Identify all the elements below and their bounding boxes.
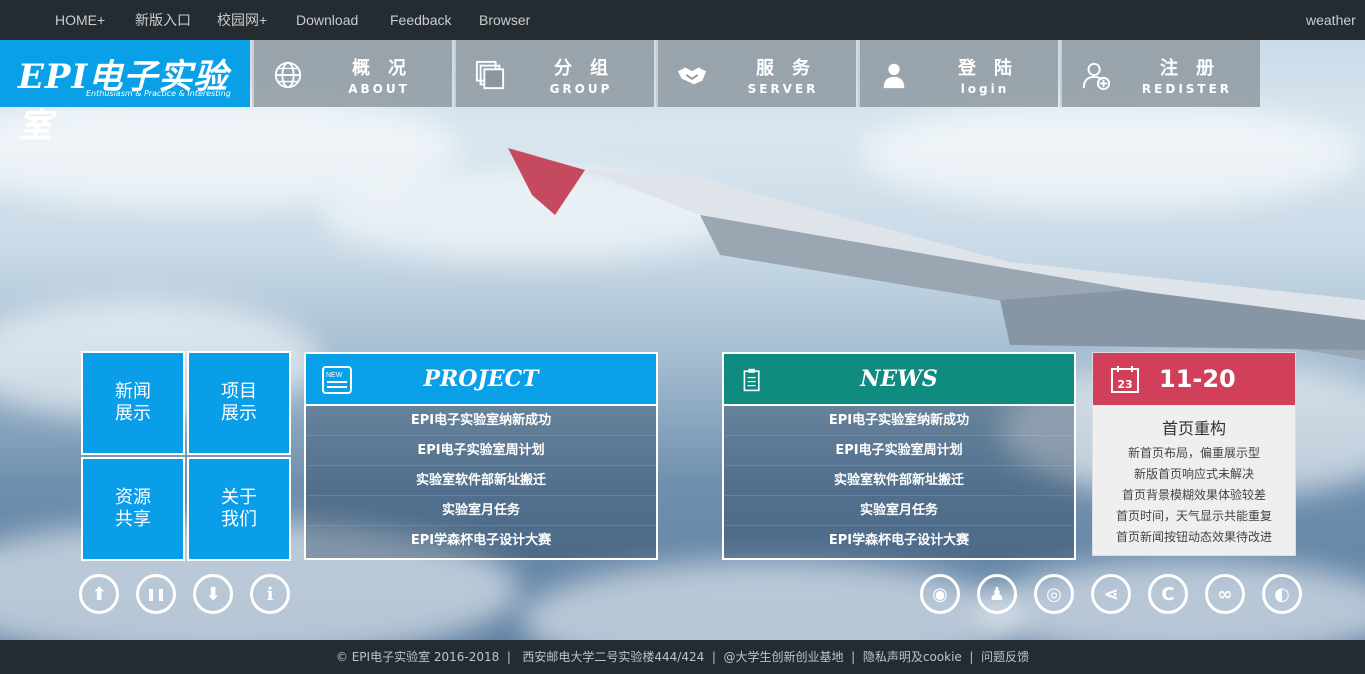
topnav-browser[interactable]: Browser — [479, 0, 530, 40]
update-line: 首页背景模糊效果体验较差 — [1121, 488, 1266, 502]
nav-group-cn: 分组 — [554, 58, 626, 79]
info-glyph: i — [266, 583, 274, 605]
pause-icon[interactable]: ❚❚ — [136, 574, 176, 614]
info-icon[interactable]: i — [250, 574, 290, 614]
nav-login-cn: 登陆 — [958, 58, 1030, 79]
news-panel-header[interactable]: NEWS — [724, 354, 1074, 406]
wechat-icon[interactable]: ◉ — [920, 574, 960, 614]
weibo-glyph: ◎ — [1046, 583, 1062, 605]
project-panel-header[interactable]: NEW PROJECT — [306, 354, 656, 406]
github-glyph: ◐ — [1274, 583, 1290, 605]
update-line: 首页新闻按钮动态效果待改进 — [1115, 530, 1272, 544]
nav-server[interactable]: 服务 SERVER — [656, 40, 856, 107]
weibo-icon[interactable]: ◎ — [1034, 574, 1074, 614]
wechat-glyph: ◉ — [932, 583, 948, 605]
globe-icon — [274, 61, 302, 89]
nav-about-cn: 概况 — [352, 58, 424, 79]
news-panel: NEWS EPI电子实验室纳新成功 EPI电子实验室周计划 实验室软件部新址搬迁… — [722, 352, 1076, 560]
layers-icon — [475, 60, 505, 90]
share-glyph: ⋖ — [1103, 583, 1119, 605]
project-list-item[interactable]: 实验室软件部新址搬迁 — [306, 466, 656, 496]
tile-news[interactable]: 新闻展示 — [81, 351, 185, 455]
logo-tagline: Enthusiasm & Practice & Interesting — [86, 89, 231, 98]
date-label: 11-20 — [1159, 365, 1236, 393]
chain-icon[interactable]: ∞ — [1205, 574, 1245, 614]
news-list-item[interactable]: EPI电子实验室纳新成功 — [724, 406, 1074, 436]
update-line: 首页时间，天气显示共能重复 — [1115, 509, 1272, 523]
update-title: 首页重构 — [1161, 419, 1226, 438]
news-list: EPI电子实验室纳新成功 EPI电子实验室周计划 实验室软件部新址搬迁 实验室月… — [724, 406, 1074, 556]
add-user-icon — [1082, 62, 1111, 90]
footer: © EPI电子实验室 2016-2018 | 西安邮电大学二号实验楼444/42… — [0, 640, 1365, 674]
nav-login-en: login — [960, 82, 1010, 96]
site-logo[interactable]: EPI电子实验室 Enthusiasm & Practice & Interes… — [0, 40, 250, 146]
project-list-item[interactable]: 实验室月任务 — [306, 496, 656, 526]
project-list-item[interactable]: EPI电子实验室周计划 — [306, 436, 656, 466]
footer-text: © EPI电子实验室 2016-2018 | 西安邮电大学二号实验楼444/42… — [335, 650, 1030, 664]
topnav-feedback[interactable]: Feedback — [390, 0, 451, 40]
tile-projects-label: 项目展示 — [221, 381, 257, 424]
github-icon[interactable]: ◐ — [1262, 574, 1302, 614]
arrow-down-glyph: ⬇ — [205, 583, 221, 605]
project-list: EPI电子实验室纳新成功 EPI电子实验室周计划 实验室软件部新址搬迁 实验室月… — [306, 406, 656, 556]
news-list-item[interactable]: EPI电子实验室周计划 — [724, 436, 1074, 466]
calendar-day: 23 — [1117, 378, 1132, 391]
tile-about-us-label: 关于我们 — [221, 487, 257, 530]
topnav-home[interactable]: HOME+ — [55, 0, 105, 40]
nav-login[interactable]: 登陆 login — [858, 40, 1058, 107]
nav-server-en: SERVER — [747, 82, 819, 96]
qq-glyph: ♟ — [988, 583, 1006, 605]
project-panel: NEW PROJECT EPI电子实验室纳新成功 EPI电子实验室周计划 实验室… — [304, 352, 658, 560]
tile-about-us[interactable]: 关于我们 — [187, 457, 291, 561]
nav-register[interactable]: 注册 REDISTER — [1060, 40, 1260, 107]
arrow-up-icon[interactable]: ⬆ — [79, 574, 119, 614]
tile-resources[interactable]: 资源共享 — [81, 457, 185, 561]
update-log-card: 23 11-20 首页重构 新首页布局，偏重展示型 新版首页响应式未解决 首页背… — [1092, 352, 1296, 556]
news-list-item[interactable]: 实验室月任务 — [724, 496, 1074, 526]
nav-about[interactable]: 概况 ABOUT — [252, 40, 452, 107]
update-line: 新版首页响应式未解决 — [1133, 467, 1254, 481]
qq-icon[interactable]: ♟ — [977, 574, 1017, 614]
arrow-up-glyph: ⬆ — [91, 583, 107, 605]
nav-register-en: REDISTER — [1141, 82, 1233, 96]
news-list-item[interactable]: 实验室软件部新址搬迁 — [724, 466, 1074, 496]
date-header: 23 11-20 — [1093, 353, 1295, 405]
news-panel-title: NEWS — [860, 366, 938, 392]
top-menu-bar: HOME+ 新版入口 校园网+ Download Feedback Browse… — [0, 0, 1365, 40]
c-logo-icon[interactable]: C — [1148, 574, 1188, 614]
chain-glyph: ∞ — [1217, 583, 1233, 605]
calendar-icon: 23 — [1111, 366, 1139, 393]
handshake-icon — [677, 67, 707, 85]
tile-resources-label: 资源共享 — [115, 487, 151, 530]
c-logo-glyph: C — [1161, 583, 1175, 605]
topnav-weather[interactable]: weather — [1306, 0, 1356, 40]
user-icon — [883, 63, 905, 89]
project-panel-title: PROJECT — [423, 366, 539, 392]
tile-projects[interactable]: 项目展示 — [187, 351, 291, 455]
nav-about-en: ABOUT — [348, 82, 410, 96]
project-list-item[interactable]: EPI电子实验室纳新成功 — [306, 406, 656, 436]
logo-title: EPI电子实验室 — [18, 57, 229, 146]
news-list-item[interactable]: EPI学森杯电子设计大赛 — [724, 526, 1074, 556]
tile-news-label: 新闻展示 — [115, 381, 151, 424]
nav-group[interactable]: 分组 GROUP — [454, 40, 654, 107]
pause-glyph: ❚❚ — [145, 587, 167, 601]
topnav-campus[interactable]: 校园网+ — [217, 0, 267, 40]
nav-group-en: GROUP — [549, 82, 613, 96]
topnav-new-entry[interactable]: 新版入口 — [135, 0, 191, 40]
topnav-download[interactable]: Download — [296, 0, 358, 40]
project-list-item[interactable]: EPI学森杯电子设计大赛 — [306, 526, 656, 556]
update-line: 新首页布局，偏重展示型 — [1127, 446, 1260, 460]
nav-register-cn: 注册 — [1160, 58, 1232, 79]
share-icon[interactable]: ⋖ — [1091, 574, 1131, 614]
arrow-down-icon[interactable]: ⬇ — [193, 574, 233, 614]
nav-server-cn: 服务 — [756, 58, 828, 79]
